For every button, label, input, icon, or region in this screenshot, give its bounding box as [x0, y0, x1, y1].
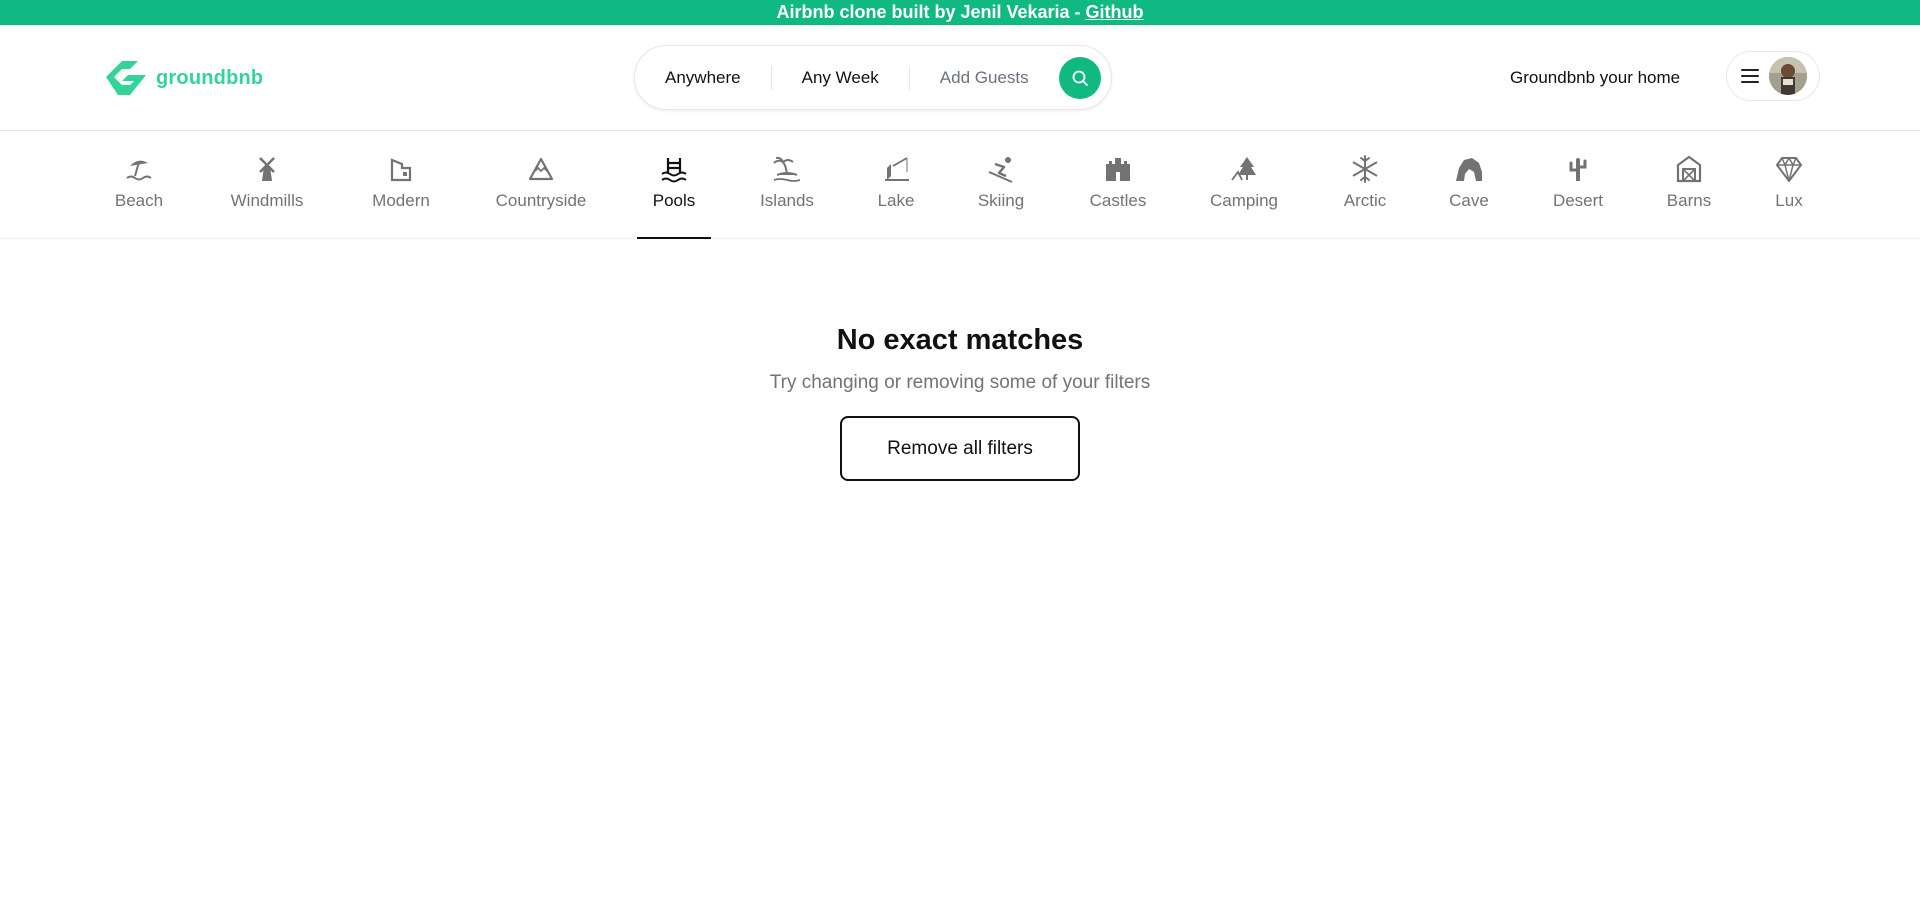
island-palm-icon [771, 153, 803, 185]
category-windmills[interactable]: Windmills [226, 131, 308, 239]
avatar [1769, 57, 1807, 95]
skier-icon [985, 153, 1017, 185]
category-label: Pools [652, 191, 696, 210]
category-islands[interactable]: Islands [759, 131, 815, 239]
category-label: Countryside [495, 191, 587, 210]
category-label: Modern [372, 191, 430, 210]
category-label: Islands [760, 191, 814, 210]
category-label: Arctic [1343, 191, 1387, 210]
pool-ladder-icon [658, 153, 690, 185]
empty-state-subtitle: Try changing or removing some of your fi… [769, 372, 1151, 393]
beach-umbrella-icon [123, 153, 155, 185]
search-location[interactable]: Anywhere [635, 67, 771, 89]
mountain-icon [525, 153, 557, 185]
search-week[interactable]: Any Week [772, 67, 909, 89]
remove-filters-button[interactable]: Remove all filters [840, 416, 1080, 481]
modern-building-icon [385, 153, 417, 185]
logo-text: groundbnb [156, 66, 264, 89]
hamburger-menu-icon [1741, 69, 1759, 83]
logo-icon [106, 61, 146, 95]
host-link[interactable]: Groundbnb your home [1500, 67, 1690, 89]
category-cave[interactable]: Cave [1448, 131, 1490, 239]
category-arctic[interactable]: Arctic [1340, 131, 1390, 239]
user-menu-button[interactable] [1726, 51, 1820, 101]
empty-state: No exact matches Try changing or removin… [0, 320, 1920, 481]
category-label: Camping [1209, 191, 1279, 210]
top-banner: Airbnb clone built by Jenil Vekaria - Gi… [0, 0, 1920, 25]
logo[interactable]: groundbnb [100, 55, 263, 101]
category-bar: Beach Windmills Modern Countryside Pools… [0, 131, 1920, 239]
cactus-icon [1562, 153, 1594, 185]
category-label: Beach [114, 191, 164, 210]
category-modern[interactable]: Modern [371, 131, 431, 239]
navbar: groundbnb Anywhere Any Week Add Guests G… [0, 25, 1920, 131]
fishing-lake-icon [880, 153, 912, 185]
diamond-icon [1773, 153, 1805, 185]
search-button[interactable] [1059, 57, 1101, 99]
windmill-icon [251, 153, 283, 185]
empty-state-title: No exact matches [836, 324, 1084, 356]
castle-icon [1102, 153, 1134, 185]
github-link[interactable]: Github [1086, 2, 1144, 22]
category-label: Cave [1449, 191, 1489, 210]
active-category-underline [637, 237, 711, 239]
category-skiing[interactable]: Skiing [976, 131, 1026, 239]
search-icon [1072, 70, 1088, 86]
banner-text: Airbnb clone built by Jenil Vekaria - [776, 2, 1086, 22]
category-camping[interactable]: Camping [1208, 131, 1280, 239]
category-lux[interactable]: Lux [1774, 131, 1804, 239]
barn-icon [1673, 153, 1705, 185]
snowflake-icon [1349, 153, 1381, 185]
category-castles[interactable]: Castles [1088, 131, 1148, 239]
cave-icon [1453, 153, 1485, 185]
category-barns[interactable]: Barns [1666, 131, 1712, 239]
search-bar[interactable]: Anywhere Any Week Add Guests [634, 45, 1112, 110]
category-desert[interactable]: Desert [1550, 131, 1606, 239]
category-label: Castles [1089, 191, 1147, 210]
category-lake[interactable]: Lake [876, 131, 916, 239]
category-label: Lux [1775, 191, 1803, 210]
category-label: Windmills [230, 191, 304, 210]
user-avatar [1769, 57, 1807, 95]
search-guests[interactable]: Add Guests [910, 67, 1043, 89]
category-label: Barns [1666, 191, 1712, 210]
category-beach[interactable]: Beach [112, 131, 166, 239]
category-pools[interactable]: Pools [637, 131, 711, 239]
category-label: Lake [877, 191, 915, 210]
category-label: Skiing [977, 191, 1025, 210]
category-countryside[interactable]: Countryside [493, 131, 589, 239]
category-label: Desert [1552, 191, 1604, 210]
camping-tree-icon [1228, 153, 1260, 185]
